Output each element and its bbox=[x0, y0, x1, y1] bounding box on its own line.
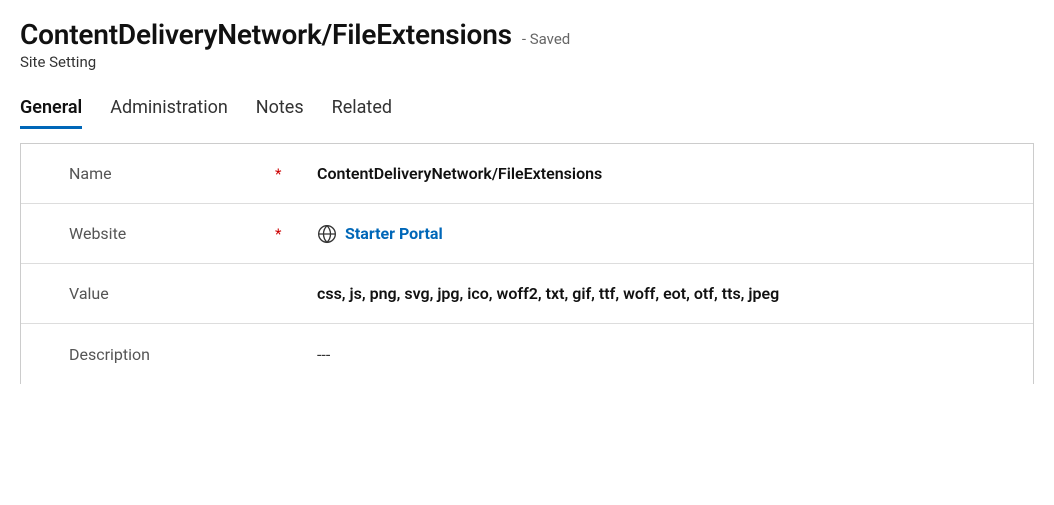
saved-indicator: - Saved bbox=[522, 30, 570, 48]
field-label-website: Website bbox=[69, 224, 275, 243]
name-field[interactable]: ContentDeliveryNetwork/FileExtensions bbox=[295, 164, 602, 183]
required-marker: * bbox=[275, 165, 295, 183]
value-field[interactable]: css, js, png, svg, jpg, ico, woff2, txt,… bbox=[295, 284, 779, 303]
globe-icon bbox=[317, 224, 337, 244]
description-field[interactable]: --- bbox=[295, 345, 330, 364]
website-field[interactable]: Starter Portal bbox=[295, 224, 443, 244]
entity-type-label: Site Setting bbox=[20, 53, 1034, 71]
tab-general[interactable]: General bbox=[20, 97, 82, 129]
website-link-text: Starter Portal bbox=[345, 224, 443, 243]
form-panel: Name * ContentDeliveryNetwork/FileExtens… bbox=[20, 143, 1034, 384]
field-row-name: Name * ContentDeliveryNetwork/FileExtens… bbox=[21, 144, 1033, 204]
field-label-description: Description bbox=[69, 345, 275, 364]
required-marker: * bbox=[275, 225, 295, 243]
field-row-description: Description --- bbox=[21, 324, 1033, 384]
field-label-name: Name bbox=[69, 164, 275, 183]
tab-administration[interactable]: Administration bbox=[110, 97, 228, 129]
page-header: ContentDeliveryNetwork/FileExtensions - … bbox=[20, 18, 1034, 71]
field-row-website: Website * Starter Portal bbox=[21, 204, 1033, 264]
tab-related[interactable]: Related bbox=[332, 97, 392, 129]
tab-notes[interactable]: Notes bbox=[256, 97, 304, 129]
tab-bar: General Administration Notes Related bbox=[20, 97, 1034, 129]
field-row-value: Value css, js, png, svg, jpg, ico, woff2… bbox=[21, 264, 1033, 324]
field-label-value: Value bbox=[69, 284, 275, 303]
page-title: ContentDeliveryNetwork/FileExtensions bbox=[20, 18, 512, 51]
